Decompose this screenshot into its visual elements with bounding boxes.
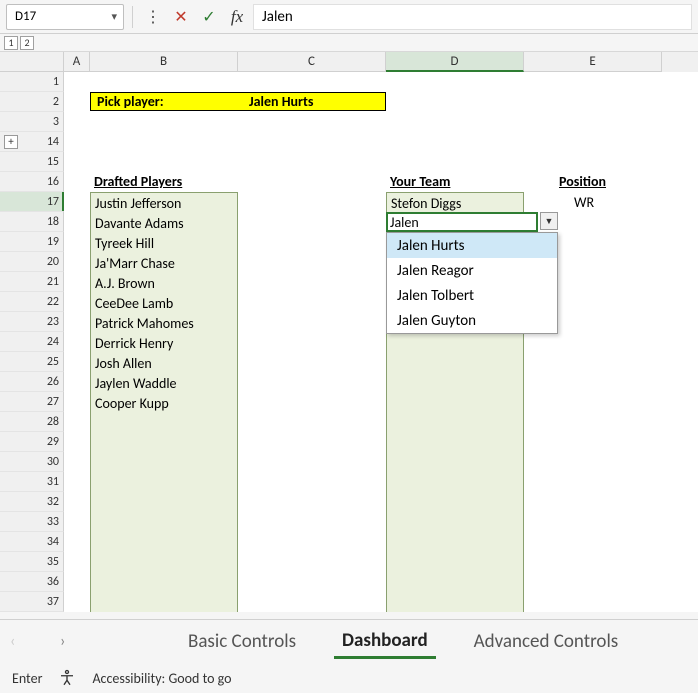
- column-headers: A B C D E: [64, 52, 698, 72]
- outline-level-1[interactable]: 1: [4, 36, 18, 50]
- drafted-player-7[interactable]: Derrick Henry: [91, 333, 237, 353]
- drafted-player-9[interactable]: Jaylen Waddle: [91, 373, 237, 393]
- row-header-29[interactable]: 29: [0, 432, 64, 452]
- outline-expand-icon[interactable]: +: [4, 135, 18, 149]
- drafted-player-8[interactable]: Josh Allen: [91, 353, 237, 373]
- row-header-37[interactable]: 37: [0, 592, 64, 612]
- active-cell-input[interactable]: [390, 214, 534, 231]
- drafted-player-10[interactable]: Cooper Kupp: [91, 393, 237, 413]
- row-header-28[interactable]: 28: [0, 412, 64, 432]
- row-headers: 12314+1516171819202122232425262728293031…: [0, 72, 64, 612]
- dropdown-option-3[interactable]: Jalen Guyton: [387, 308, 557, 333]
- tab-basic-controls[interactable]: Basic Controls: [180, 626, 304, 657]
- outline-level-2[interactable]: 2: [20, 36, 34, 50]
- row-header-17[interactable]: 17: [0, 192, 64, 212]
- accessibility-status: Accessibility: Good to go: [92, 670, 231, 687]
- row-header-24[interactable]: 24: [0, 332, 64, 352]
- nav-next-icon[interactable]: ›: [60, 632, 80, 651]
- row-header-33[interactable]: 33: [0, 512, 64, 532]
- row-header-32[interactable]: 32: [0, 492, 64, 512]
- row-header-23[interactable]: 23: [0, 312, 64, 332]
- nav-prev-icon[interactable]: ‹: [10, 632, 30, 651]
- row-header-31[interactable]: 31: [0, 472, 64, 492]
- dropdown-option-0[interactable]: Jalen Hurts: [387, 233, 557, 258]
- row-header-3[interactable]: 3: [0, 112, 64, 132]
- drafted-player-4[interactable]: A.J. Brown: [91, 273, 237, 293]
- pick-player-value: Jalen Hurts: [239, 93, 313, 110]
- drafted-player-1[interactable]: Davante Adams: [91, 213, 237, 233]
- row-header-15[interactable]: 15: [0, 152, 64, 172]
- formula-input[interactable]: Jalen: [253, 4, 692, 30]
- row-header-26[interactable]: 26: [0, 372, 64, 392]
- select-all-corner[interactable]: [0, 52, 64, 72]
- name-box[interactable]: D17 ▾: [6, 4, 124, 30]
- drafted-player-5[interactable]: CeeDee Lamb: [91, 293, 237, 313]
- row-header-14[interactable]: 14+: [0, 132, 64, 152]
- spreadsheet-grid: A B C D E 12314+151617181920212223242526…: [0, 52, 698, 612]
- row-header-1[interactable]: 1: [0, 72, 64, 92]
- chevron-down-icon: ▾: [111, 10, 117, 23]
- fx-icon[interactable]: fx: [225, 5, 249, 29]
- drafted-players-column: Justin JeffersonDavante AdamsTyreek Hill…: [90, 192, 238, 612]
- col-header-A[interactable]: A: [64, 52, 90, 72]
- dropdown-option-2[interactable]: Jalen Tolbert: [387, 283, 557, 308]
- dropdown-option-1[interactable]: Jalen Reagor: [387, 258, 557, 283]
- your-team-player-0[interactable]: Stefon Diggs: [387, 193, 523, 213]
- separator: [132, 6, 133, 28]
- row-header-2[interactable]: 2: [0, 92, 64, 112]
- drafted-player-3[interactable]: Ja'Marr Chase: [91, 253, 237, 273]
- tab-dashboard[interactable]: Dashboard: [334, 625, 436, 659]
- row-header-25[interactable]: 25: [0, 352, 64, 372]
- row-header-34[interactable]: 34: [0, 532, 64, 552]
- pick-player-label: Pick player:: [91, 93, 239, 110]
- row-header-30[interactable]: 30: [0, 452, 64, 472]
- autocomplete-dropdown: Jalen HurtsJalen ReagorJalen TolbertJale…: [386, 232, 558, 334]
- cancel-icon[interactable]: ✕: [169, 5, 193, 29]
- name-box-value: D17: [15, 9, 36, 24]
- row-header-35[interactable]: 35: [0, 552, 64, 572]
- status-mode: Enter: [12, 670, 42, 687]
- row-header-36[interactable]: 36: [0, 572, 64, 592]
- row-header-22[interactable]: 22: [0, 292, 64, 312]
- col-header-E[interactable]: E: [524, 52, 662, 72]
- drafted-player-2[interactable]: Tyreek Hill: [91, 233, 237, 253]
- formula-value: Jalen: [262, 8, 293, 26]
- position-header: Position: [559, 173, 606, 190]
- status-bar: Enter Accessibility: Good to go: [0, 663, 698, 693]
- row-header-16[interactable]: 16: [0, 172, 64, 192]
- sheet-tabs: ‹ › Basic Controls Dashboard Advanced Co…: [0, 619, 698, 663]
- formula-bar: D17 ▾ ⋮ ✕ ✓ fx Jalen: [0, 0, 698, 34]
- accessibility-icon[interactable]: [58, 669, 76, 687]
- row-header-18[interactable]: 18: [0, 212, 64, 232]
- active-cell-D17[interactable]: [386, 212, 538, 232]
- row-header-20[interactable]: 20: [0, 252, 64, 272]
- your-team-header: Your Team: [390, 173, 450, 190]
- col-header-B[interactable]: B: [90, 52, 238, 72]
- row-header-27[interactable]: 27: [0, 392, 64, 412]
- row-header-21[interactable]: 21: [0, 272, 64, 292]
- cells-area[interactable]: Pick player: Jalen Hurts Drafted Players…: [64, 72, 698, 612]
- row-header-19[interactable]: 19: [0, 232, 64, 252]
- drafted-player-6[interactable]: Patrick Mahomes: [91, 313, 237, 333]
- outline-strip: 1 2: [0, 34, 698, 52]
- col-header-D[interactable]: D: [386, 52, 524, 72]
- drafted-player-0[interactable]: Justin Jefferson: [91, 193, 237, 213]
- drafted-players-header: Drafted Players: [94, 173, 182, 190]
- more-icon[interactable]: ⋮: [141, 5, 165, 29]
- position-value-0: WR: [574, 194, 594, 211]
- pick-player-banner: Pick player: Jalen Hurts: [90, 92, 386, 111]
- confirm-icon[interactable]: ✓: [197, 5, 221, 29]
- col-header-C[interactable]: C: [238, 52, 386, 72]
- dropdown-button[interactable]: ▼: [540, 212, 558, 230]
- tab-advanced-controls[interactable]: Advanced Controls: [466, 626, 627, 657]
